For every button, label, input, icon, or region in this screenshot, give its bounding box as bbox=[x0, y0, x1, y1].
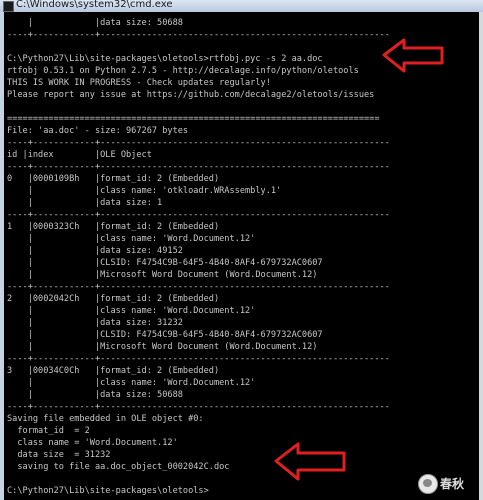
console-line: | |data size: 1 bbox=[7, 198, 163, 208]
console-line: rtfobj 0.53.1 on Python 2.7.5 - http://d… bbox=[7, 66, 359, 76]
console-output[interactable]: | |data size: 50688 ----+------------+---… bbox=[4, 12, 479, 500]
window-title: C:\Windows\system32\cmd.exe bbox=[16, 0, 173, 10]
console-line: | |class name: 'otkloadr.WRAssembly.1' bbox=[7, 186, 282, 196]
console-line: ========================================… bbox=[7, 114, 380, 124]
console-line: data size = 31232 bbox=[7, 450, 111, 460]
console-line: | |CLSID: F4754C9B-64F5-4B40-8AF4-679732… bbox=[7, 258, 323, 268]
annotation-arrow-command bbox=[382, 38, 444, 73]
console-icon bbox=[3, 1, 14, 12]
console-line: | |class name: 'Word.Document.12' bbox=[7, 378, 256, 388]
console-line: C:\Python27\Lib\site-packages\oletools> bbox=[7, 486, 209, 496]
console-line: Please report any issue at https://githu… bbox=[7, 90, 375, 100]
console-line: File: 'aa.doc' - size: 967267 bytes bbox=[7, 126, 189, 136]
console-line: | |data size: 50688 bbox=[7, 18, 183, 28]
console-line: id |index |OLE Object bbox=[7, 150, 152, 160]
scrollbar[interactable] bbox=[479, 12, 483, 500]
console-line: ----+------------+----------------------… bbox=[7, 282, 390, 292]
console-line: ----+------------+----------------------… bbox=[7, 402, 390, 412]
console-line: | |data size: 49152 bbox=[7, 246, 183, 256]
console-line: C:\Python27\Lib\site-packages\oletools>r… bbox=[7, 54, 323, 64]
watermark-text: 春秋 bbox=[440, 477, 465, 491]
console-line: | |data size: 50688 bbox=[7, 390, 183, 400]
console-line: ----+------------+----------------------… bbox=[7, 162, 390, 172]
console-line: | |Microsoft Word Document (Word.Documen… bbox=[7, 342, 318, 352]
console-line: | |class name: 'Word.Document.12' bbox=[7, 234, 256, 244]
wechat-icon bbox=[418, 474, 438, 494]
console-line: | |class name: 'Word.Document.12' bbox=[7, 306, 256, 316]
console-line: saving to file aa.doc_object_0002042C.do… bbox=[7, 462, 230, 472]
console-line: | |data size: 31232 bbox=[7, 318, 183, 328]
console-line: ----+------------+----------------------… bbox=[7, 30, 390, 40]
console-line: THIS IS WORK IN PROGRESS - Check updates… bbox=[7, 78, 271, 88]
watermark: 春秋 bbox=[418, 470, 480, 498]
console-line: | |Microsoft Word Document (Word.Documen… bbox=[7, 270, 318, 280]
console-line: format_id = 2 bbox=[7, 426, 90, 436]
console-line: Saving file embedded in OLE object #0: bbox=[7, 414, 204, 424]
console-line: ----+------------+----------------------… bbox=[7, 210, 390, 220]
console-line: 0 |0000109Bh |format_id: 2 (Embedded) bbox=[7, 174, 220, 184]
console-line: 3 |00034C0Ch |format_id: 2 (Embedded) bbox=[7, 366, 220, 376]
console-line: 1 |0000323Ch |format_id: 2 (Embedded) bbox=[7, 222, 220, 232]
console-line: ----+------------+----------------------… bbox=[7, 354, 390, 364]
annotation-arrow-saved-file bbox=[274, 442, 346, 481]
console-line: ----+------------+----------------------… bbox=[7, 138, 390, 148]
console-line: 2 |0002042Ch |format_id: 2 (Embedded) bbox=[7, 294, 220, 304]
console-line: class name = 'Word.Document.12' bbox=[7, 438, 178, 448]
console-line: | |CLSID: F4754C9B-64F5-4B40-8AF4-679732… bbox=[7, 330, 323, 340]
